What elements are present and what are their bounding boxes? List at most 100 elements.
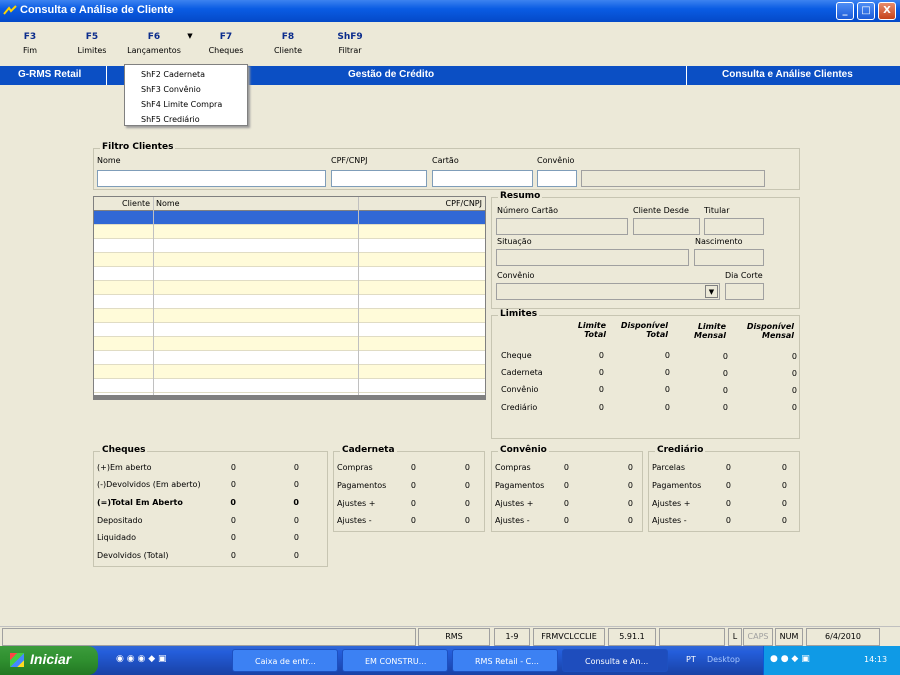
desktop-toolbar[interactable]: Desktop xyxy=(707,655,740,664)
col-nome[interactable]: Nome xyxy=(156,199,180,208)
caderneta-group: Caderneta Compras 0 0 Pagamentos 0 0 Aju… xyxy=(333,445,485,532)
menu-item-caderneta[interactable]: ShF2 Caderneta xyxy=(141,67,247,82)
chevron-down-icon[interactable]: ▼ xyxy=(705,285,718,298)
convenio-value: 0 xyxy=(627,463,633,472)
crediario-row-label: Pagamentos xyxy=(652,481,702,490)
col-cliente[interactable]: Cliente xyxy=(122,199,150,208)
clock: 14:13 xyxy=(864,655,888,664)
language-indicator[interactable]: PT xyxy=(686,655,696,664)
rms-icon[interactable]: ◆ xyxy=(148,654,155,664)
key-label: F8 xyxy=(281,32,295,42)
group-title: Convênio xyxy=(498,445,549,455)
limite-value: 0 xyxy=(664,368,670,377)
system-tray: ● ● ◆ ▣ 14:13 xyxy=(763,646,900,675)
ie-icon[interactable]: ◉ xyxy=(116,654,124,664)
toolbar: F3 Fim F5 Limites F6 Lançamentos ▼ F7 Ch… xyxy=(0,22,900,66)
status-bar: RMS 1-9 FRMVCLCCLIE 5.91.1 L CAPS NUM 6/… xyxy=(0,626,900,646)
caderneta-value: 0 xyxy=(464,516,470,525)
menu-item-crediario[interactable]: ShF5 Crediário xyxy=(141,112,247,127)
shf9-filtrar-button[interactable]: ShF9 Filtrar xyxy=(322,32,378,55)
limite-mensal-header: Limite Mensal xyxy=(684,322,726,340)
grid-scrollbar[interactable] xyxy=(94,395,485,399)
limite-value: 0 xyxy=(722,352,728,361)
status-rms: RMS xyxy=(418,628,490,646)
caderneta-value: 0 xyxy=(464,481,470,490)
media-icon[interactable]: ◉ xyxy=(137,654,145,664)
crediario-value: 0 xyxy=(781,499,787,508)
button-label: Limites xyxy=(77,46,107,55)
disponivel-mensal-h1: Disponível xyxy=(746,322,794,331)
limite-value: 0 xyxy=(598,351,604,360)
key-label: F7 xyxy=(219,32,233,42)
f5-limites-button[interactable]: F5 Limites xyxy=(64,32,120,55)
header-separator xyxy=(686,66,687,85)
cheques-value: 0 xyxy=(293,498,299,507)
lancamentos-menu: ShF2 Caderneta ShF3 Convênio ShF4 Limite… xyxy=(124,64,248,126)
cartao-input[interactable] xyxy=(432,170,533,187)
maximize-button[interactable]: □ xyxy=(857,2,875,20)
crediario-value: 0 xyxy=(725,481,731,490)
f8-cliente-button[interactable]: F8 Cliente xyxy=(260,32,316,55)
button-label: Cliente xyxy=(273,46,303,55)
start-label: Iniciar xyxy=(30,651,72,667)
limite-total-header: Limite Total xyxy=(562,321,606,339)
task-rms-retail[interactable]: RMS Retail - C... xyxy=(452,649,558,672)
col-cpf[interactable]: CPF/CNPJ xyxy=(446,199,482,208)
cheques-value: 0 xyxy=(230,551,236,560)
limite-total-h1: Limite xyxy=(577,321,606,330)
situacao-field xyxy=(496,249,689,266)
convenio-label: Convênio xyxy=(537,156,575,165)
disponivel-total-h2: Total xyxy=(646,330,668,339)
cpf-input[interactable] xyxy=(331,170,427,187)
status-page: 1-9 xyxy=(494,628,530,646)
convenio-code-input[interactable] xyxy=(537,170,577,187)
titular-field xyxy=(704,218,764,235)
clientes-grid[interactable]: Cliente Nome CPF/CNPJ xyxy=(93,196,486,400)
cheques-value: 0 xyxy=(230,498,236,507)
minimize-button[interactable]: _ xyxy=(836,2,854,20)
convenio-select[interactable]: ▼ xyxy=(496,283,720,300)
titular-label: Titular xyxy=(704,206,730,215)
convenio-value: 0 xyxy=(563,481,569,490)
limite-value: 0 xyxy=(791,352,797,361)
crediario-row-label: Ajustes + xyxy=(652,499,691,508)
task-caixa-entrada[interactable]: Caixa de entr... xyxy=(232,649,338,672)
email-icon[interactable]: ◉ xyxy=(127,654,135,664)
crediario-row-label: Parcelas xyxy=(652,463,686,472)
header-left: G-RMS Retail xyxy=(18,69,82,80)
dia-corte-field xyxy=(725,283,764,300)
task-em-construcao[interactable]: EM CONSTRU... xyxy=(342,649,448,672)
lancamentos-dropdown-arrow[interactable]: ▼ xyxy=(186,32,194,58)
nome-label: Nome xyxy=(97,156,121,165)
limite-value: 0 xyxy=(791,386,797,395)
f7-cheques-button[interactable]: F7 Cheques xyxy=(198,32,254,55)
f3-fim-button[interactable]: F3 Fim xyxy=(2,32,58,55)
start-button[interactable]: Iniciar xyxy=(0,646,98,675)
f6-lancamentos-button[interactable]: F6 Lançamentos xyxy=(126,32,182,55)
cheques-value: 0 xyxy=(293,533,299,542)
task-consulta-analise[interactable]: Consulta e An... xyxy=(562,649,668,672)
convenio-row-label: Ajustes - xyxy=(495,516,530,525)
numero-cartao-label: Número Cartão xyxy=(497,206,559,215)
menu-item-limite-compra[interactable]: ShF4 Limite Compra xyxy=(141,97,247,112)
limite-row-label: Crediário xyxy=(501,403,538,412)
menu-item-convenio[interactable]: ShF3 Convênio xyxy=(141,82,247,97)
key-label: F3 xyxy=(23,32,37,42)
cheques-row-label: (=)Total Em Aberto xyxy=(97,498,183,507)
button-label: Fim xyxy=(22,46,38,55)
crediario-value: 0 xyxy=(781,463,787,472)
convenio-value: 0 xyxy=(563,516,569,525)
app-icon[interactable]: ▣ xyxy=(158,654,167,664)
header-right: Consulta e Análise Clientes xyxy=(722,69,853,80)
convenio-group: Convênio Compras 0 0 Pagamentos 0 0 Ajus… xyxy=(491,445,643,532)
button-label: Filtrar xyxy=(338,46,362,55)
crediario-group: Crediário Parcelas 0 0 Pagamentos 0 0 Aj… xyxy=(648,445,800,532)
nome-input[interactable] xyxy=(97,170,326,187)
limite-row-label: Cheque xyxy=(501,351,532,360)
tray-icons[interactable]: ● ● ◆ ▣ xyxy=(770,654,810,664)
disponivel-total-h1: Disponível xyxy=(620,321,668,330)
group-title: Resumo xyxy=(498,191,543,201)
caderneta-row-label: Ajustes + xyxy=(337,499,376,508)
cheques-value: 0 xyxy=(230,480,236,489)
close-button[interactable]: X xyxy=(878,2,896,20)
